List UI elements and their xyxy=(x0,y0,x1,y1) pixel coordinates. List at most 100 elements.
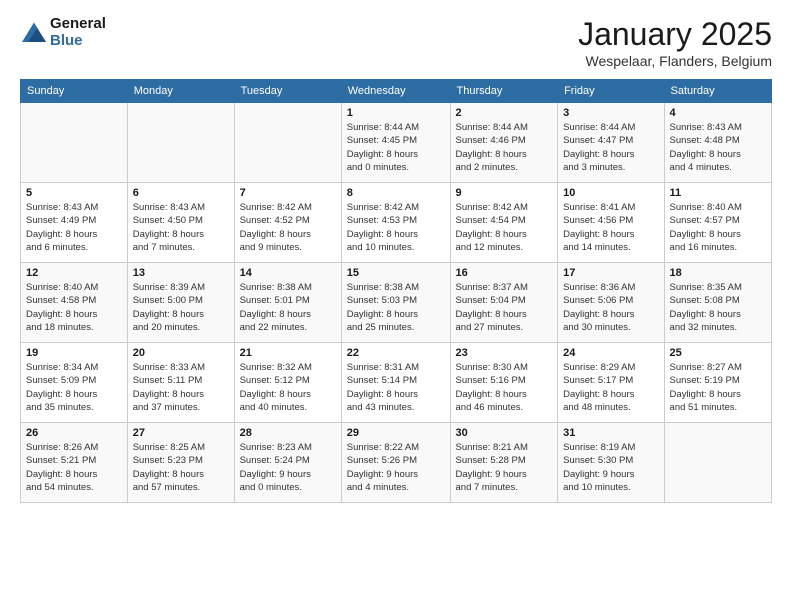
location: Wespelaar, Flanders, Belgium xyxy=(578,53,772,69)
cell-sun-info: Sunrise: 8:33 AMSunset: 5:11 PMDaylight:… xyxy=(133,361,229,414)
calendar-table: SundayMondayTuesdayWednesdayThursdayFrid… xyxy=(20,79,772,503)
day-number: 29 xyxy=(347,427,445,439)
calendar-cell: 16 Sunrise: 8:37 AMSunset: 5:04 PMDayligh… xyxy=(450,263,558,343)
calendar-cell: 31 Sunrise: 8:19 AMSunset: 5:30 PMDayligh… xyxy=(558,423,664,503)
calendar-cell xyxy=(127,103,234,183)
calendar-cell: 28Sunrise: 8:23 AMSunset: 5:24 PMDayligh… xyxy=(234,423,341,503)
cell-sun-info: Sunrise: 8:40 AMSunset: 4:57 PMDaylight:… xyxy=(670,201,766,254)
calendar-cell: 5Sunrise: 8:43 AMSunset: 4:49 PMDaylight… xyxy=(21,183,128,263)
calendar-cell: 17Sunrise: 8:36 AMSunset: 5:06 PMDayligh… xyxy=(558,263,664,343)
calendar-cell: 22 Sunrise: 8:31 AMSunset: 5:14 PMDayligh… xyxy=(341,343,450,423)
day-number: 30 xyxy=(456,427,553,439)
cell-sun-info: Sunrise: 8:43 AMSunset: 4:49 PMDaylight:… xyxy=(26,201,122,254)
calendar-cell xyxy=(234,103,341,183)
calendar-week-5: 26 Sunrise: 8:26 AMSunset: 5:21 PMDayligh… xyxy=(21,423,772,503)
day-number: 27 xyxy=(133,427,229,439)
calendar-cell: 27 Sunrise: 8:25 AMSunset: 5:23 PMDayligh… xyxy=(127,423,234,503)
calendar-cell: 2 Sunrise: 8:44 AMSunset: 4:46 PMDaylight… xyxy=(450,103,558,183)
header: General Blue January 2025 Wespelaar, Fla… xyxy=(20,16,772,69)
day-number: 10 xyxy=(563,187,658,199)
calendar-cell: 9Sunrise: 8:42 AMSunset: 4:54 PMDaylight… xyxy=(450,183,558,263)
calendar-cell: 3 Sunrise: 8:44 AMSunset: 4:47 PMDaylight… xyxy=(558,103,664,183)
cell-sun-info: Sunrise: 8:44 AMSunset: 4:46 PMDaylight:… xyxy=(456,121,553,174)
calendar-cell: 8Sunrise: 8:42 AMSunset: 4:53 PMDaylight… xyxy=(341,183,450,263)
day-number: 12 xyxy=(26,267,122,279)
cell-sun-info: Sunrise: 8:41 AMSunset: 4:56 PMDaylight:… xyxy=(563,201,658,254)
day-number: 8 xyxy=(347,187,445,199)
day-number: 28 xyxy=(240,427,336,439)
cell-sun-info: Sunrise: 8:35 AMSunset: 5:08 PMDaylight:… xyxy=(670,281,766,334)
cell-sun-info: Sunrise: 8:31 AMSunset: 5:14 PMDaylight:… xyxy=(347,361,445,414)
calendar-week-2: 5Sunrise: 8:43 AMSunset: 4:49 PMDaylight… xyxy=(21,183,772,263)
day-number: 3 xyxy=(563,107,658,119)
day-number: 21 xyxy=(240,347,336,359)
day-number: 26 xyxy=(26,427,122,439)
cell-sun-info: Sunrise: 8:29 AMSunset: 5:17 PMDaylight:… xyxy=(563,361,658,414)
calendar-week-4: 19 Sunrise: 8:34 AMSunset: 5:09 PMDayligh… xyxy=(21,343,772,423)
cell-sun-info: Sunrise: 8:39 AMSunset: 5:00 PMDaylight:… xyxy=(133,281,229,334)
cell-sun-info: Sunrise: 8:21 AMSunset: 5:28 PMDaylight:… xyxy=(456,441,553,494)
calendar-cell: 19 Sunrise: 8:34 AMSunset: 5:09 PMDayligh… xyxy=(21,343,128,423)
calendar-cell: 25 Sunrise: 8:27 AMSunset: 5:19 PMDayligh… xyxy=(664,343,771,423)
cell-sun-info: Sunrise: 8:25 AMSunset: 5:23 PMDaylight:… xyxy=(133,441,229,494)
day-number: 20 xyxy=(133,347,229,359)
page: General Blue January 2025 Wespelaar, Fla… xyxy=(0,0,792,513)
day-number: 22 xyxy=(347,347,445,359)
logo-text-line1: General xyxy=(50,16,106,33)
calendar-week-3: 12Sunrise: 8:40 AMSunset: 4:58 PMDayligh… xyxy=(21,263,772,343)
cell-sun-info: Sunrise: 8:37 AMSunset: 5:04 PMDaylight:… xyxy=(456,281,553,334)
cell-sun-info: Sunrise: 8:38 AMSunset: 5:01 PMDaylight:… xyxy=(240,281,336,334)
day-number: 13 xyxy=(133,267,229,279)
cell-sun-info: Sunrise: 8:38 AMSunset: 5:03 PMDaylight:… xyxy=(347,281,445,334)
day-number: 11 xyxy=(670,187,766,199)
calendar-cell: 11 Sunrise: 8:40 AMSunset: 4:57 PMDayligh… xyxy=(664,183,771,263)
day-number: 16 xyxy=(456,267,553,279)
calendar-cell: 29Sunrise: 8:22 AMSunset: 5:26 PMDayligh… xyxy=(341,423,450,503)
day-number: 19 xyxy=(26,347,122,359)
day-number: 14 xyxy=(240,267,336,279)
title-block: January 2025 Wespelaar, Flanders, Belgiu… xyxy=(578,16,772,69)
calendar-cell xyxy=(21,103,128,183)
weekday-header-wednesday: Wednesday xyxy=(341,80,450,103)
day-number: 2 xyxy=(456,107,553,119)
calendar-cell: 15 Sunrise: 8:38 AMSunset: 5:03 PMDayligh… xyxy=(341,263,450,343)
day-number: 17 xyxy=(563,267,658,279)
day-number: 15 xyxy=(347,267,445,279)
day-number: 4 xyxy=(670,107,766,119)
calendar-cell: 20 Sunrise: 8:33 AMSunset: 5:11 PMDayligh… xyxy=(127,343,234,423)
day-number: 6 xyxy=(133,187,229,199)
calendar-cell: 1 Sunrise: 8:44 AMSunset: 4:45 PMDaylight… xyxy=(341,103,450,183)
cell-sun-info: Sunrise: 8:30 AMSunset: 5:16 PMDaylight:… xyxy=(456,361,553,414)
cell-sun-info: Sunrise: 8:44 AMSunset: 4:47 PMDaylight:… xyxy=(563,121,658,174)
day-number: 24 xyxy=(563,347,658,359)
logo: General Blue xyxy=(20,16,106,49)
cell-sun-info: Sunrise: 8:27 AMSunset: 5:19 PMDaylight:… xyxy=(670,361,766,414)
calendar-cell: 7Sunrise: 8:42 AMSunset: 4:52 PMDaylight… xyxy=(234,183,341,263)
calendar-cell: 13 Sunrise: 8:39 AMSunset: 5:00 PMDayligh… xyxy=(127,263,234,343)
weekday-header-row: SundayMondayTuesdayWednesdayThursdayFrid… xyxy=(21,80,772,103)
calendar-cell: 21 Sunrise: 8:32 AMSunset: 5:12 PMDayligh… xyxy=(234,343,341,423)
weekday-header-friday: Friday xyxy=(558,80,664,103)
day-number: 31 xyxy=(563,427,658,439)
month-title: January 2025 xyxy=(578,16,772,53)
day-number: 7 xyxy=(240,187,336,199)
cell-sun-info: Sunrise: 8:26 AMSunset: 5:21 PMDaylight:… xyxy=(26,441,122,494)
cell-sun-info: Sunrise: 8:32 AMSunset: 5:12 PMDaylight:… xyxy=(240,361,336,414)
cell-sun-info: Sunrise: 8:19 AMSunset: 5:30 PMDaylight:… xyxy=(563,441,658,494)
weekday-header-thursday: Thursday xyxy=(450,80,558,103)
logo-text-line2: Blue xyxy=(50,33,106,50)
calendar-cell: 4Sunrise: 8:43 AMSunset: 4:48 PMDaylight… xyxy=(664,103,771,183)
calendar-cell: 6Sunrise: 8:43 AMSunset: 4:50 PMDaylight… xyxy=(127,183,234,263)
cell-sun-info: Sunrise: 8:44 AMSunset: 4:45 PMDaylight:… xyxy=(347,121,445,174)
cell-sun-info: Sunrise: 8:34 AMSunset: 5:09 PMDaylight:… xyxy=(26,361,122,414)
weekday-header-monday: Monday xyxy=(127,80,234,103)
day-number: 23 xyxy=(456,347,553,359)
calendar-cell: 14 Sunrise: 8:38 AMSunset: 5:01 PMDayligh… xyxy=(234,263,341,343)
day-number: 1 xyxy=(347,107,445,119)
calendar-cell: 24 Sunrise: 8:29 AMSunset: 5:17 PMDayligh… xyxy=(558,343,664,423)
logo-icon xyxy=(20,21,48,45)
calendar-week-1: 1 Sunrise: 8:44 AMSunset: 4:45 PMDaylight… xyxy=(21,103,772,183)
weekday-header-sunday: Sunday xyxy=(21,80,128,103)
day-number: 25 xyxy=(670,347,766,359)
calendar-cell: 18Sunrise: 8:35 AMSunset: 5:08 PMDayligh… xyxy=(664,263,771,343)
